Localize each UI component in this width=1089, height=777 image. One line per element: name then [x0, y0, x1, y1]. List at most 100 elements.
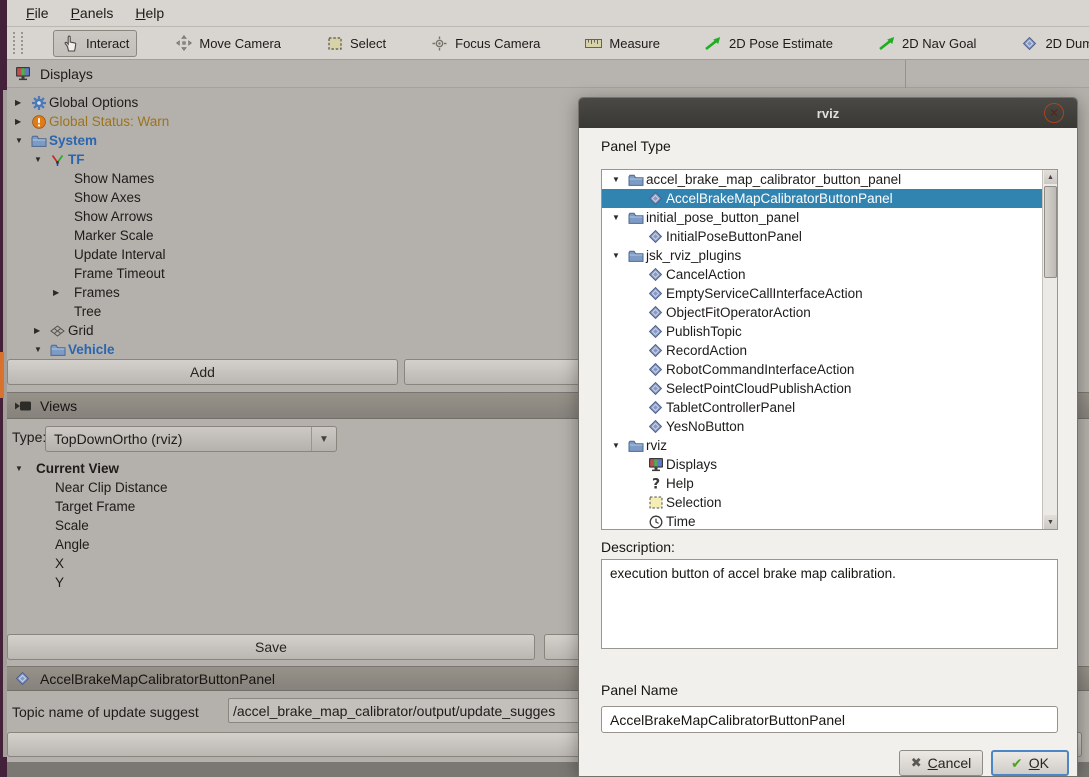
- tree-item-accel-brake-map-calibrator-button-panel[interactable]: ▼ accel_brake_map_calibrator_button_panel: [602, 170, 1042, 189]
- menu-file[interactable]: File: [15, 2, 60, 24]
- tree-item-label: PublishTopic: [665, 324, 742, 339]
- tree-item-initialposebuttonpanel[interactable]: InitialPoseButtonPanel: [602, 227, 1042, 246]
- warning-icon: [29, 115, 48, 129]
- panel-name-label: Panel Name: [601, 682, 678, 698]
- hand-icon: [61, 35, 80, 52]
- tool-measure[interactable]: Measure: [577, 32, 667, 55]
- panel-type-list: ▼ accel_brake_map_calibrator_button_panel…: [601, 169, 1058, 530]
- tree-item-label: accel_brake_map_calibrator_button_panel: [645, 172, 901, 187]
- menu-help[interactable]: Help: [124, 2, 175, 24]
- tree-item-rviz[interactable]: ▼rviz: [602, 436, 1042, 455]
- dialog-titlebar[interactable]: rviz ✕: [579, 98, 1077, 128]
- tree-item-accelbrakemapcalibratorbuttonpanel[interactable]: AccelBrakeMapCalibratorButtonPanel: [602, 189, 1042, 208]
- tree-item-jsk-rviz-plugins[interactable]: ▼ jsk_rviz_plugins: [602, 246, 1042, 265]
- rviz-window: FilePanelsHelp Interact Move Camera Select…: [0, 0, 1089, 777]
- expanded-arrow-icon[interactable]: ▼: [32, 155, 48, 164]
- tree-item-displays[interactable]: Displays: [602, 455, 1042, 474]
- expanded-arrow-icon[interactable]: ▼: [610, 441, 626, 450]
- monitor-icon: [13, 66, 32, 81]
- tree-item-label: jsk_rviz_plugins: [645, 248, 741, 263]
- tool-label: 2D Nav Goal: [902, 36, 976, 51]
- panel-name-input[interactable]: [601, 706, 1058, 733]
- tree-item-selection[interactable]: Selection: [602, 493, 1042, 512]
- expanded-arrow-icon[interactable]: ▼: [13, 136, 29, 145]
- cancel-label: Cancel: [928, 755, 972, 771]
- toolbar: Interact Move Camera Select Focus Camera Mea…: [7, 27, 1089, 60]
- tool-2d-nav-goal[interactable]: 2D Nav Goal: [870, 32, 983, 55]
- tool-label: Move Camera: [199, 36, 281, 51]
- expanded-arrow-icon[interactable]: ▼: [610, 251, 626, 260]
- diamond-icon: [646, 343, 665, 358]
- collapsed-arrow-icon[interactable]: ▶: [13, 98, 29, 107]
- tree-item-yesnobutton[interactable]: YesNoButton: [602, 417, 1042, 436]
- toolbar-drag-handle[interactable]: [13, 32, 23, 54]
- tool-interact[interactable]: Interact: [53, 30, 137, 57]
- panel-type-label: Panel Type: [601, 138, 671, 154]
- scrollbar-thumb[interactable]: [1044, 186, 1057, 278]
- tree-item-selectpointcloudpublishaction[interactable]: SelectPointCloudPublishAction: [602, 379, 1042, 398]
- tool-move-camera[interactable]: Move Camera: [167, 31, 288, 55]
- tree-item-label: Scale: [54, 518, 89, 533]
- collapsed-arrow-icon[interactable]: ▶: [13, 117, 29, 126]
- cancel-button[interactable]: ✖ Cancel: [899, 750, 983, 776]
- tree-item-label: initial_pose_button_panel: [645, 210, 799, 225]
- x-icon: ✖: [911, 755, 922, 771]
- view-type-value: TopDownOrtho (rviz): [46, 431, 311, 447]
- check-icon: ✔: [1011, 755, 1023, 772]
- tree-item-publishtopic[interactable]: PublishTopic: [602, 322, 1042, 341]
- tree-item-label: Update Interval: [73, 247, 166, 262]
- expanded-arrow-icon[interactable]: ▼: [610, 213, 626, 222]
- close-icon[interactable]: ✕: [1044, 103, 1064, 123]
- diamond-icon: [1020, 36, 1039, 51]
- tree-item-label: Selection: [665, 495, 722, 510]
- tree-item-objectfitoperatoraction[interactable]: ObjectFitOperatorAction: [602, 303, 1042, 322]
- diamond-icon: [646, 305, 665, 320]
- collapsed-arrow-icon[interactable]: ▶: [51, 288, 67, 297]
- tree-item-cancelaction[interactable]: CancelAction: [602, 265, 1042, 284]
- tree-item-tabletcontrollerpanel[interactable]: TabletControllerPanel: [602, 398, 1042, 417]
- panel-type-rows: ▼ accel_brake_map_calibrator_button_panel…: [602, 170, 1042, 529]
- diamond-icon: [646, 419, 665, 434]
- tree-item-label: Displays: [665, 457, 717, 472]
- tool-label: Interact: [86, 36, 129, 51]
- tree-item-recordaction[interactable]: RecordAction: [602, 341, 1042, 360]
- tool-2d-dummy-car[interactable]: 2D Dummy Car: [1013, 32, 1089, 55]
- clock-icon: [646, 515, 665, 529]
- tree-item-robotcommandinterfaceaction[interactable]: RobotCommandInterfaceAction: [602, 360, 1042, 379]
- tree-item-label: RobotCommandInterfaceAction: [665, 362, 854, 377]
- expanded-arrow-icon[interactable]: ▼: [610, 175, 626, 184]
- tree-item-label: System: [48, 133, 97, 148]
- tool-label: Focus Camera: [455, 36, 540, 51]
- tree-item-label: Tree: [73, 304, 101, 319]
- expanded-arrow-icon[interactable]: ▼: [13, 464, 29, 473]
- tree-item-label: RecordAction: [665, 343, 747, 358]
- tree-item-label: InitialPoseButtonPanel: [665, 229, 802, 244]
- collapsed-arrow-icon[interactable]: ▶: [32, 326, 48, 335]
- dialog-title: rviz: [817, 106, 839, 121]
- menu-panels[interactable]: Panels: [60, 2, 125, 24]
- tool-select[interactable]: Select: [318, 32, 393, 55]
- tree-item-label: TF: [67, 152, 85, 167]
- tree-item-emptyservicecallinterfaceaction[interactable]: EmptyServiceCallInterfaceAction: [602, 284, 1042, 303]
- expanded-arrow-icon[interactable]: ▼: [32, 345, 48, 354]
- displays-panel-header[interactable]: Displays: [7, 60, 1089, 88]
- tool-focus-camera[interactable]: Focus Camera: [423, 32, 547, 55]
- tree-item-initial-pose-button-panel[interactable]: ▼ initial_pose_button_panel: [602, 208, 1042, 227]
- scrollbar[interactable]: ▲ ▼: [1042, 170, 1057, 529]
- tree-item-help[interactable]: ?Help: [602, 474, 1042, 493]
- tree-item-label: Marker Scale: [73, 228, 154, 243]
- tree-item-label: EmptyServiceCallInterfaceAction: [665, 286, 863, 301]
- edge-accent: [0, 352, 4, 398]
- ok-button[interactable]: ✔ OK: [991, 750, 1069, 776]
- tool-2d-pose-estimate[interactable]: 2D Pose Estimate: [697, 32, 840, 55]
- scroll-down-icon[interactable]: ▼: [1044, 515, 1057, 529]
- tree-item-label: X: [54, 556, 64, 571]
- tree-item-label: Show Axes: [73, 190, 141, 205]
- tree-item-label: Show Arrows: [73, 209, 153, 224]
- view-type-dropdown[interactable]: TopDownOrtho (rviz) ▼: [45, 426, 337, 452]
- folder-icon: [48, 343, 67, 357]
- tree-item-time[interactable]: Time: [602, 512, 1042, 529]
- save-button[interactable]: Save: [7, 634, 535, 660]
- scroll-up-icon[interactable]: ▲: [1044, 170, 1057, 184]
- add-button[interactable]: Add: [7, 359, 398, 385]
